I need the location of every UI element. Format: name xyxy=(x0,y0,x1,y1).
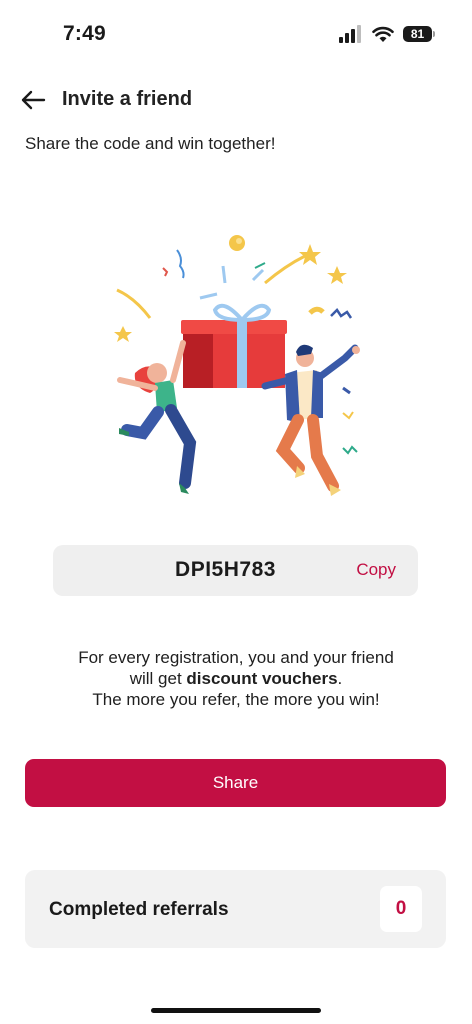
status-bar: 7:49 81 xyxy=(0,0,472,70)
referrals-count: 0 xyxy=(380,886,422,932)
wifi-icon xyxy=(372,26,394,42)
referral-info: For every registration, you and your fri… xyxy=(30,647,442,710)
info-line-1: For every registration, you and your fri… xyxy=(78,648,394,667)
subtitle: Share the code and win together! xyxy=(25,134,276,153)
copy-button[interactable]: Copy xyxy=(356,560,396,580)
battery-icon: 81 xyxy=(403,26,435,42)
gift-celebration-illustration xyxy=(114,235,360,496)
status-icons: 81 xyxy=(339,25,435,43)
completed-referrals-card: Completed referrals 0 xyxy=(25,870,446,948)
cellular-signal-icon xyxy=(339,25,361,43)
info-line-3: The more you refer, the more you win! xyxy=(92,690,380,709)
home-indicator[interactable] xyxy=(151,1008,321,1013)
back-button[interactable] xyxy=(18,86,48,114)
status-time: 7:49 xyxy=(63,22,106,45)
referral-code: DPI5H783 xyxy=(175,558,276,581)
referrals-label: Completed referrals xyxy=(49,899,229,920)
header: Invite a friend xyxy=(0,80,472,120)
info-line-2: will get discount vouchers. xyxy=(129,669,343,688)
arrow-left-icon xyxy=(21,90,46,110)
page-title: Invite a friend xyxy=(62,88,193,110)
referral-code-box: DPI5H783 Copy xyxy=(53,545,418,596)
info-highlight: discount vouchers xyxy=(186,669,338,688)
battery-level: 81 xyxy=(410,27,425,41)
share-button[interactable]: Share xyxy=(25,759,446,807)
